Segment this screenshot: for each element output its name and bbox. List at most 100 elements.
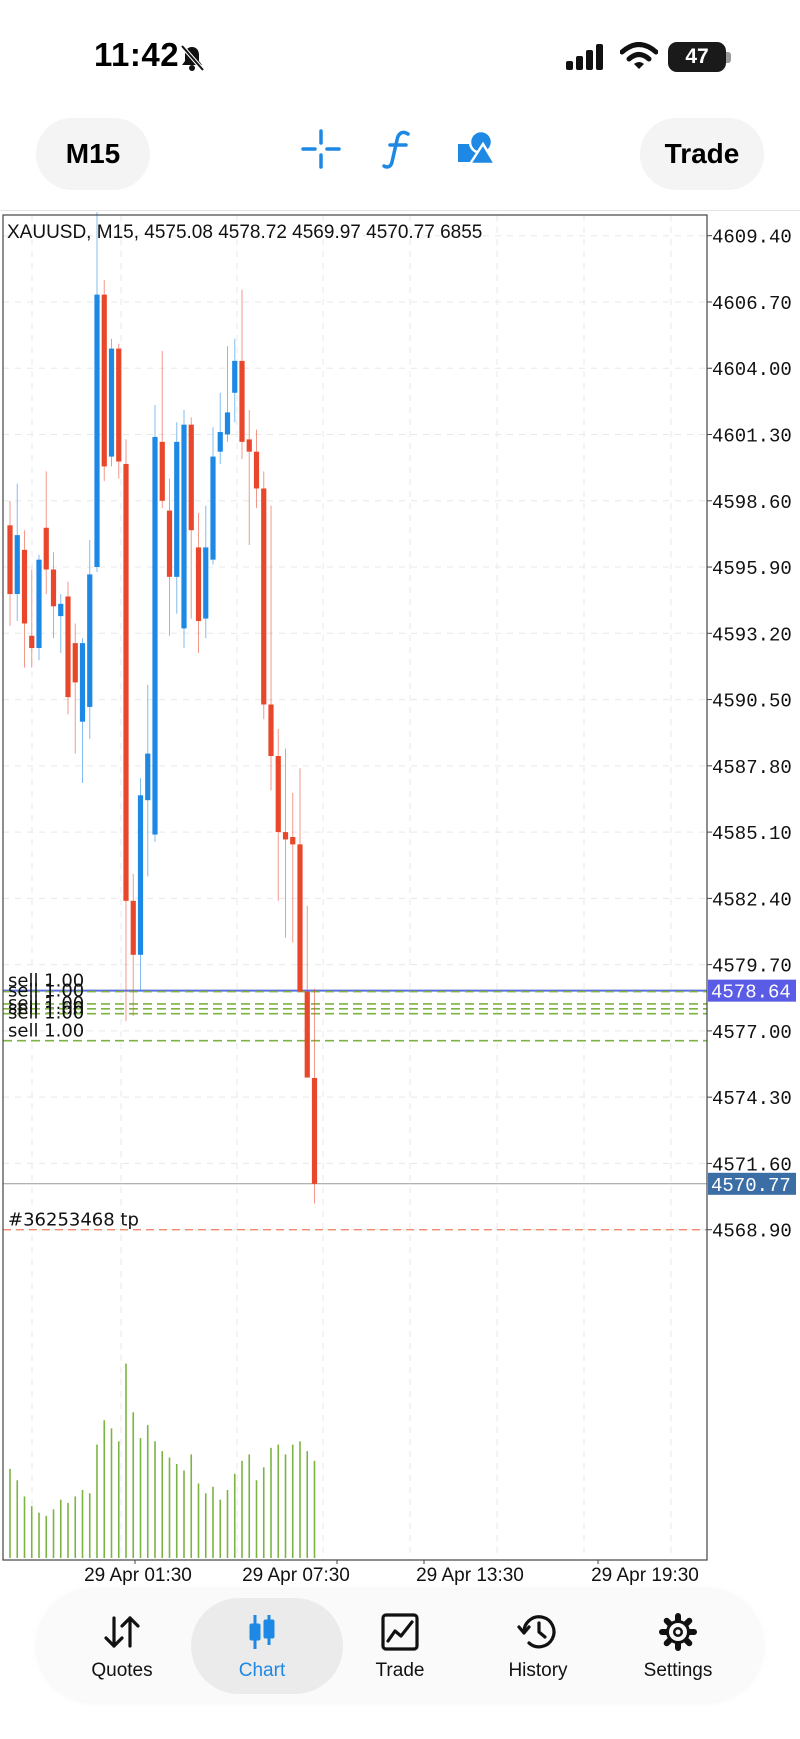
y-tick-label: 4595.90 [712, 558, 792, 580]
crosshair-icon[interactable] [300, 128, 342, 170]
candle-body [72, 643, 78, 683]
bell-muted-icon [180, 44, 205, 72]
y-tick-label: 4582.40 [712, 889, 792, 911]
y-tick-label: 4577.00 [712, 1022, 792, 1044]
candle-body [239, 360, 245, 442]
candle-body [261, 488, 267, 705]
candle-body [36, 559, 42, 649]
tab-label-trade: Trade [375, 1660, 425, 1681]
candle-body [7, 525, 13, 595]
chart-candles-icon [249, 1615, 275, 1649]
candle-body [275, 756, 281, 833]
candle-body [217, 432, 223, 452]
y-tick-label: 4590.50 [712, 691, 792, 713]
battery-icon: 47 [668, 42, 726, 72]
wifi-icon [620, 42, 658, 69]
status-bar: 11:42 47 [0, 0, 800, 120]
candle-body [246, 439, 252, 452]
timeframe-button[interactable]: M15 [36, 118, 150, 190]
y-tick-label: 4593.20 [712, 624, 792, 646]
candle-body [137, 795, 144, 955]
tab-label-chart: Chart [238, 1660, 286, 1681]
tab-settings[interactable]: Settings [608, 1590, 748, 1702]
candle-body [174, 441, 180, 577]
y-tick-label: 4587.80 [712, 757, 792, 779]
candle-body [79, 643, 86, 722]
candles [7, 212, 318, 1204]
ask-price-label: 4578.64 [711, 982, 791, 1004]
tab-chart[interactable]: Chart [191, 1590, 343, 1702]
candle-body [21, 549, 28, 624]
bottom-tab-bar: Quotes Chart Trade History Settings [38, 1590, 762, 1702]
candle-body [268, 704, 274, 757]
candle-body [159, 441, 165, 501]
order-levels: sell 1.00sell 1.00sell 1.00sell 1.00sell… [3, 971, 707, 1231]
tab-history[interactable]: History [468, 1590, 608, 1702]
trade-chart-icon [381, 1613, 419, 1651]
candle-body [304, 991, 310, 1078]
tab-label-quotes: Quotes [91, 1660, 153, 1681]
candle-body [203, 547, 209, 619]
tab-label-settings: Settings [643, 1660, 713, 1681]
objects-icon[interactable] [456, 128, 496, 170]
bid-price-label: 4570.77 [711, 1175, 791, 1197]
candle-body [297, 844, 303, 992]
trade-button[interactable]: Trade [640, 118, 764, 190]
candle-body [94, 294, 100, 568]
chart-frame [2, 214, 708, 1561]
candle-body [224, 412, 231, 435]
candle-body [311, 1078, 318, 1184]
toolbar-divider [0, 210, 800, 211]
candle-body [87, 574, 93, 707]
y-tick-label: 4568.90 [712, 1221, 792, 1243]
x-tick-label: 29 Apr 19:30 [591, 1565, 699, 1586]
candle-body [43, 527, 49, 570]
y-tick-label: 4579.70 [712, 956, 792, 978]
candle-body [130, 900, 136, 955]
history-clock-icon [517, 1615, 556, 1649]
candle-body [152, 436, 158, 835]
price-axis: 4609.40 4606.70 4604.00 4601.30 4598.60 4595.… [707, 227, 796, 1243]
y-tick-label: 4574.30 [712, 1088, 792, 1110]
candle-body [101, 294, 107, 467]
price-chart[interactable]: sell 1.00sell 1.00sell 1.00sell 1.00sell… [0, 212, 800, 1590]
candle-body [188, 424, 194, 531]
time-axis: 29 Apr 01:30 29 Apr 07:30 29 Apr 13:30 29 A… [84, 1560, 699, 1586]
candle-body [123, 463, 129, 901]
volume-bars [9, 1363, 316, 1558]
take-profit-label: #36253468 tp [8, 1210, 139, 1231]
order-level-label: sell 1.00 [8, 1021, 84, 1042]
candle-body [58, 603, 64, 617]
candle-body [253, 451, 260, 489]
battery-tip [726, 52, 731, 63]
quotes-arrows-icon [104, 1616, 140, 1648]
cellular-signal-icon [566, 44, 603, 70]
candle-body [108, 348, 115, 457]
candle-body [290, 837, 296, 845]
y-tick-label: 4585.10 [712, 823, 792, 845]
tab-label-history: History [508, 1660, 568, 1681]
candle-body [166, 510, 173, 577]
x-tick-label: 29 Apr 07:30 [242, 1565, 350, 1586]
y-tick-label: 4606.70 [712, 293, 792, 315]
y-tick-label: 4598.60 [712, 492, 792, 514]
battery-level: 47 [685, 45, 709, 68]
tab-quotes[interactable]: Quotes [52, 1590, 192, 1702]
chart-info-label: XAUUSD, M15, 4575.08 4578.72 4569.97 457… [7, 222, 482, 243]
candle-body [282, 832, 289, 840]
candle-body [50, 569, 57, 607]
y-tick-label: 4601.30 [712, 426, 792, 448]
candle-body [116, 348, 122, 462]
indicator-f-icon[interactable] [380, 128, 416, 170]
y-tick-label: 4604.00 [712, 359, 792, 381]
candle-body [65, 596, 71, 698]
chart-grid [3, 215, 707, 1560]
candle-body [29, 635, 35, 649]
x-tick-label: 29 Apr 01:30 [84, 1565, 192, 1586]
candle-body [145, 753, 151, 801]
y-tick-label: 4609.40 [712, 227, 792, 249]
candle-body [14, 535, 20, 595]
candle-body [195, 547, 202, 622]
settings-gear-icon [659, 1613, 697, 1651]
tab-trade[interactable]: Trade [330, 1590, 470, 1702]
